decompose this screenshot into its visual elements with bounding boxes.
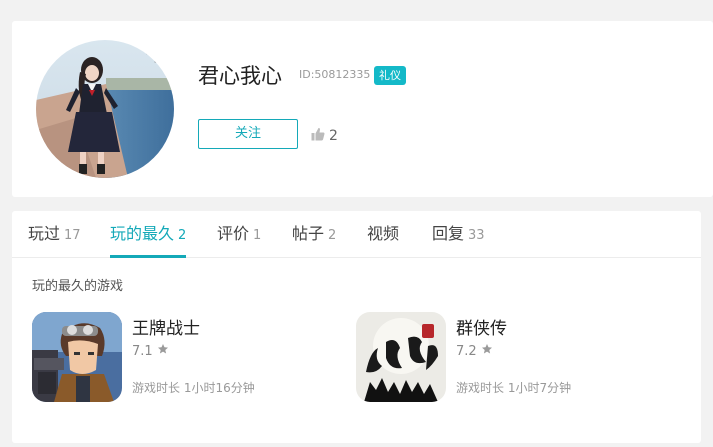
tab-count: 2 [328,228,337,243]
play-time-label: 游戏时长 [456,381,505,395]
content-card: 玩过17 玩的最久2 评价1 帖子2 视频 回复33 玩的最久的游戏 [12,211,701,443]
follow-button[interactable]: 关注 [198,119,298,149]
tab-bar: 玩过 17 玩的最久 2 评价 1 帖子 2 视频 回复 33 [12,211,701,258]
calligraphy-game-icon[interactable] [356,312,446,402]
play-time-label: 游戏时长 [132,381,181,395]
avatar[interactable] [36,40,174,178]
star-icon [481,343,493,359]
section-title: 玩的最久的游戏 [32,279,124,294]
tab-label: 玩的最久 [110,224,175,243]
game-name: 王牌战士 [132,319,200,339]
user-id: ID:50812335 [299,68,371,81]
tab-replies[interactable]: 回复 33 [432,211,485,257]
role-badge: 礼仪 [374,66,406,85]
thumbs-up-icon [311,126,325,145]
tab-played[interactable]: 玩过 17 [28,211,81,257]
game-card-2[interactable]: 群侠传 7.2 游戏时长 1小时7分钟 [356,312,656,404]
tab-count: 17 [64,228,81,243]
tab-videos[interactable]: 视频 [367,211,399,257]
tab-longest-played[interactable]: 玩的最久 2 [110,211,187,258]
tab-reviews[interactable]: 评价 1 [217,211,261,257]
tab-label: 评价 [217,224,250,243]
play-time: 游戏时长 1小时7分钟 [456,379,571,396]
rating-value: 7.1 [132,343,153,359]
tab-label: 帖子 [292,224,325,243]
tab-label: 视频 [367,224,400,243]
game-rating: 7.1 [132,343,169,359]
play-time-value: 1小时7分钟 [507,381,572,395]
tab-count: 2 [178,228,187,243]
avatar-photo [36,40,174,178]
rating-value: 7.2 [456,343,477,359]
game-name: 群侠传 [456,319,507,339]
user-name: 君心我心 [198,64,282,88]
soldier-game-icon[interactable] [32,312,122,402]
play-time-value: 1小时16分钟 [183,381,255,395]
tab-label: 回复 [432,224,465,243]
profile-card: 君心我心 ID:50812335 礼仪 关注 2 [12,21,713,197]
game-rating: 7.2 [456,343,493,359]
star-icon [157,343,169,359]
tab-count: 33 [468,228,485,243]
tab-posts[interactable]: 帖子 2 [292,211,336,257]
like-count: 2 [329,127,338,144]
game-card-1[interactable]: 王牌战士 7.1 游戏时长 1小时16分钟 [32,312,332,404]
tab-count: 1 [253,228,262,243]
play-time: 游戏时长 1小时16分钟 [132,379,255,396]
tab-label: 玩过 [28,224,61,243]
like-button[interactable]: 2 [311,126,338,145]
